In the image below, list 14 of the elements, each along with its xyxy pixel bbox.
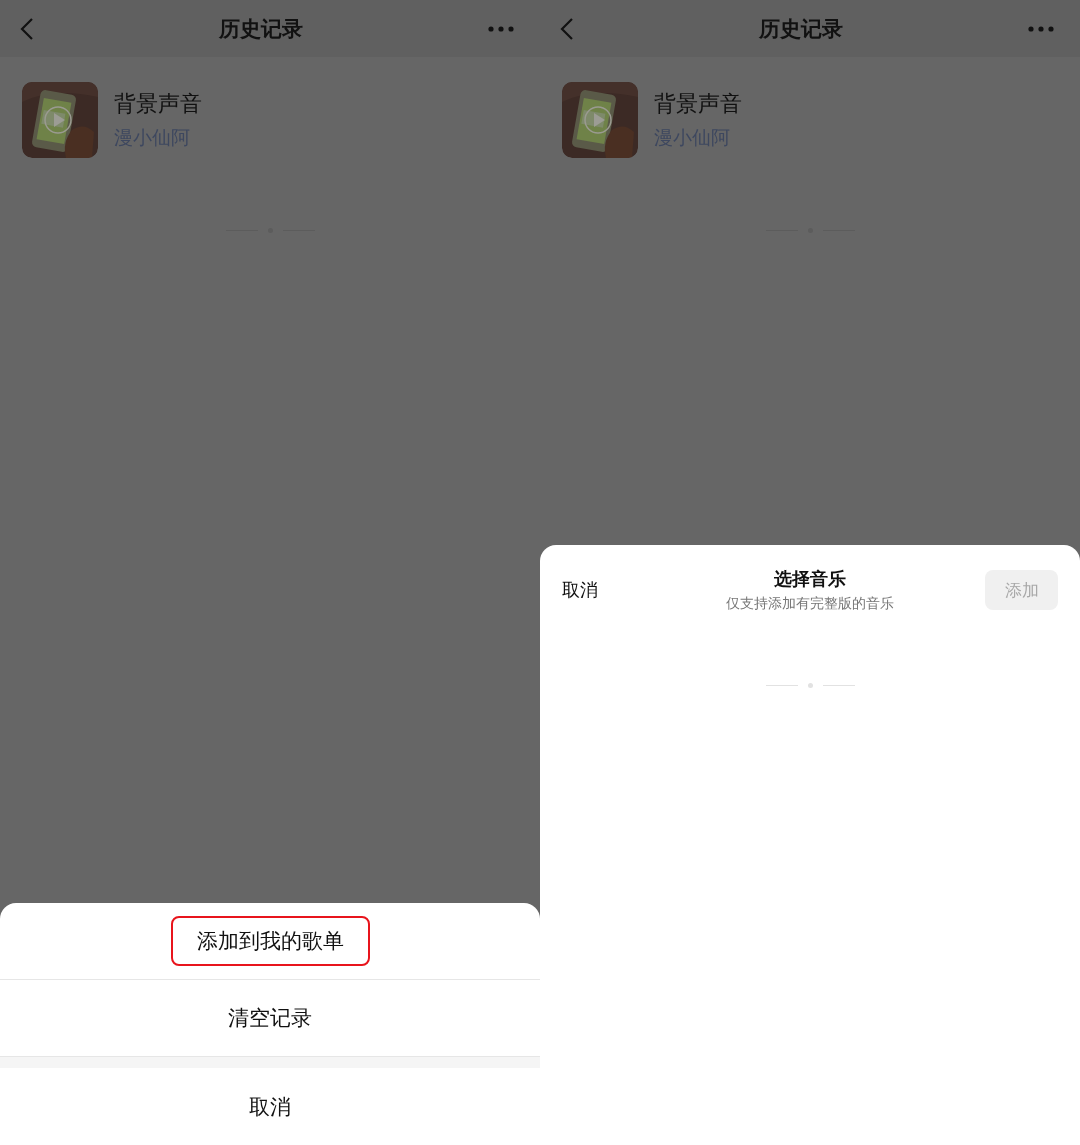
menu-option[interactable]: 清空记录 [202,993,338,1043]
song-title[interactable]: 背景声音 [114,89,202,119]
back-icon[interactable] [560,16,574,41]
cancel-button[interactable]: 取消 [562,578,634,602]
page-title: 历史记录 [759,15,843,43]
back-icon[interactable] [20,16,34,41]
loading-dot [807,683,813,688]
sheet-title: 选择音乐 [773,567,846,591]
menu-option[interactable]: 添加到我的歌单 [170,916,370,966]
more-icon[interactable] [488,25,514,32]
more-icon[interactable] [1028,25,1054,32]
sheet-subtitle: 仅支持添加有完整版的音乐 [725,595,894,613]
song-title[interactable]: 背景声音 [654,89,742,119]
page-title: 历史记录 [219,15,303,43]
